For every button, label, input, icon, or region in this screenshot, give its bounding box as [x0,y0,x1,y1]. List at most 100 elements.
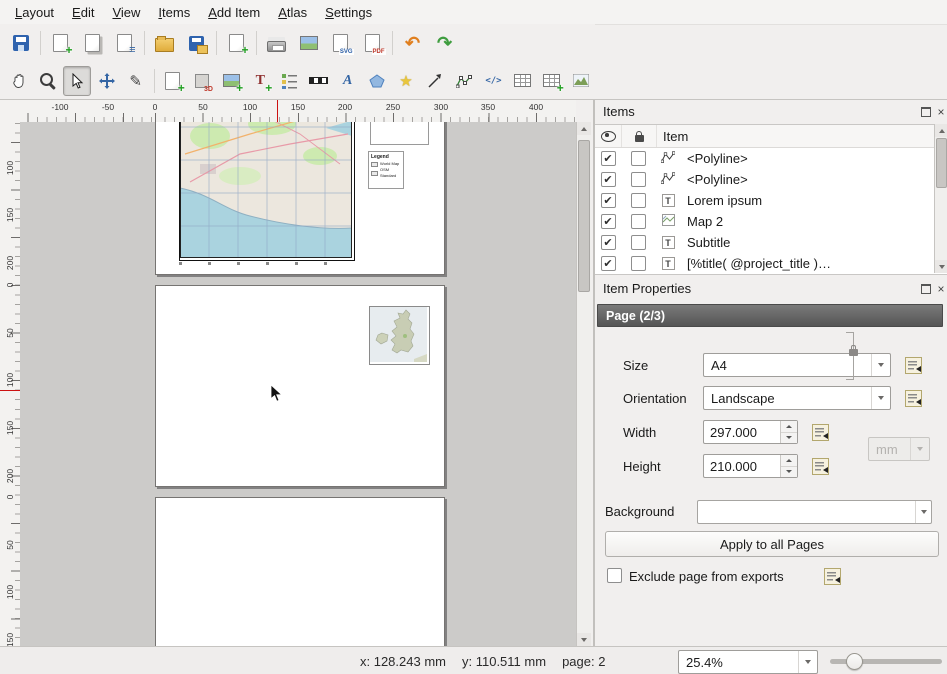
undo-button[interactable] [397,28,428,58]
add-legend-button[interactable] [275,66,303,96]
menu-edit[interactable]: Edit [63,2,103,23]
add-scalebar-icon [308,70,330,92]
menu-items[interactable]: Items [149,2,199,23]
add-picture-button[interactable] [217,66,245,96]
select-move-item-button[interactable] [63,66,91,96]
zoom-button[interactable] [34,66,62,96]
add-shape-button[interactable] [363,66,391,96]
title-label-item[interactable] [370,122,429,145]
height-spinbox[interactable]: 210.000 [703,454,798,478]
save-as-template-icon [186,32,208,54]
layout-page-1[interactable]: Legend World MapOSM Standard [155,122,445,275]
export-image-button[interactable] [293,28,324,58]
move-item-content-button[interactable] [92,66,120,96]
menu-layout[interactable]: Layout [6,2,63,23]
save-project-button[interactable] [5,28,36,58]
lock-ratio-icon[interactable] [849,349,858,356]
add-label-button[interactable] [246,66,274,96]
item-visibility-checkbox[interactable] [601,256,616,271]
layout-page-2[interactable] [155,285,445,487]
scrollbar-thumb[interactable] [578,140,590,292]
item-row[interactable]: <Polyline> [595,169,947,190]
spin-buttons[interactable] [780,455,797,477]
item-lock-checkbox[interactable] [631,193,646,208]
add-fixed-table-button[interactable] [538,66,566,96]
item-lock-checkbox[interactable] [631,214,646,229]
item-lock-checkbox[interactable] [631,256,646,271]
exclude-data-defined-button[interactable] [820,564,844,588]
item-row[interactable]: T[%title( @project_title )… [595,253,947,274]
toolbar-separator [154,69,155,93]
items-panel-float-button[interactable] [919,105,933,119]
export-svg-button[interactable] [325,28,356,58]
size-data-defined-button[interactable] [901,353,925,377]
scrollbar-thumb[interactable] [936,138,947,188]
add-north-arrow-button[interactable] [334,66,362,96]
add-attribute-table-button[interactable] [509,66,537,96]
menu-atlas[interactable]: Atlas [269,2,316,23]
width-spinbox[interactable]: 297.000 [703,420,798,444]
add-map-button[interactable] [159,66,187,96]
item-lock-checkbox[interactable] [631,172,646,187]
legend-item[interactable]: Legend World MapOSM Standard [368,151,404,189]
item-visibility-checkbox[interactable] [601,235,616,250]
scroll-up-button[interactable] [935,124,947,137]
inset-map-item[interactable] [369,306,430,365]
exclude-page-checkbox[interactable] [607,568,622,583]
menu-add-item[interactable]: Add Item [199,2,269,23]
main-map-item[interactable] [179,122,355,261]
print-button[interactable] [261,28,292,58]
item-properties-float-button[interactable] [919,282,933,296]
items-panel-close-button[interactable]: × [934,105,947,119]
zoom-level-combobox[interactable]: 25.4% [678,650,818,674]
add-items-from-template-button[interactable] [149,28,180,58]
duplicate-layout-button[interactable] [77,28,108,58]
item-row[interactable]: Map 2 [595,211,947,232]
add-pages-button[interactable] [221,28,252,58]
orientation-data-defined-button[interactable] [901,386,925,410]
zoom-slider-thumb[interactable] [846,653,863,670]
item-row[interactable]: TSubtitle [595,232,947,253]
spin-buttons[interactable] [780,421,797,443]
layout-manager-button[interactable] [109,28,140,58]
item-row[interactable]: TLorem ipsum [595,190,947,211]
item-lock-checkbox[interactable] [631,235,646,250]
apply-to-all-pages-button[interactable]: Apply to all Pages [605,531,939,557]
add-scalebar-button[interactable] [304,66,332,96]
item-visibility-checkbox[interactable] [601,214,616,229]
item-visibility-checkbox[interactable] [601,193,616,208]
add-node-item-button[interactable] [450,66,478,96]
height-data-defined-button[interactable] [808,454,832,478]
scroll-down-button[interactable] [935,260,947,273]
size-combobox[interactable]: A4 [703,353,891,377]
items-list-scrollbar[interactable] [934,124,947,273]
item-visibility-checkbox[interactable] [601,172,616,187]
layout-canvas[interactable]: Legend World MapOSM Standard [20,122,576,646]
add-arrow-button[interactable] [421,66,449,96]
item-lock-checkbox[interactable] [631,151,646,166]
redo-button[interactable] [429,28,460,58]
orientation-combobox[interactable]: Landscape [703,386,891,410]
save-as-template-button[interactable] [181,28,212,58]
edit-nodes-item-button[interactable] [122,66,150,96]
scroll-down-button[interactable] [577,633,591,646]
new-layout-button[interactable] [45,28,76,58]
item-properties-close-button[interactable]: × [934,282,947,296]
item-row[interactable]: <Polyline> [595,148,947,169]
layout-page-3[interactable] [155,497,445,646]
units-value: mm [876,442,898,457]
add-pages-icon [226,32,248,54]
add-elevation-profile-button[interactable] [567,66,595,96]
add-3d-map-button[interactable] [188,66,216,96]
export-pdf-button[interactable] [357,28,388,58]
item-visibility-checkbox[interactable] [601,151,616,166]
menu-view[interactable]: View [103,2,149,23]
add-html-button[interactable] [479,66,507,96]
canvas-scrollbar[interactable] [576,122,591,646]
scroll-up-button[interactable] [577,122,591,135]
menu-settings[interactable]: Settings [316,2,381,23]
background-color-widget[interactable] [697,500,932,524]
add-marker-button[interactable] [392,66,420,96]
pan-button[interactable] [5,66,33,96]
width-data-defined-button[interactable] [808,420,832,444]
